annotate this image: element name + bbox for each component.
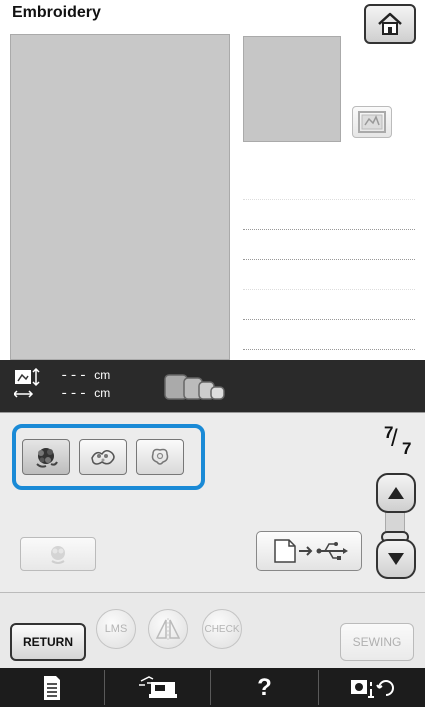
pattern-height: --- cm <box>60 368 110 384</box>
camera-icon <box>351 679 394 698</box>
manual-icon <box>44 675 60 700</box>
help-button[interactable]: ? <box>211 670 318 705</box>
manual-button[interactable] <box>0 670 104 705</box>
floral-pattern-3-icon <box>151 448 169 465</box>
lms-button[interactable]: LMS <box>96 609 136 649</box>
info-line <box>243 290 415 320</box>
scroll-down-button[interactable] <box>376 539 416 579</box>
info-line <box>243 200 415 230</box>
thumbnail-preview <box>243 36 341 142</box>
hoop-size-icon <box>164 374 225 400</box>
home-button[interactable] <box>364 4 416 44</box>
pattern-edit-button[interactable] <box>20 537 96 571</box>
floral-pattern-faded-icon <box>51 546 65 564</box>
preview-area <box>0 30 425 360</box>
save-to-usb-button[interactable] <box>256 531 362 571</box>
page-separator: / <box>391 425 398 452</box>
embroidery-screen: Embroidery --- cm --- cm 7 / 7 RETURN LM… <box>0 0 425 707</box>
home-icon <box>378 12 402 35</box>
image-display-button[interactable] <box>352 106 392 138</box>
return-button[interactable]: RETURN <box>10 623 86 661</box>
help-icon: ? <box>257 673 272 701</box>
floral-pattern-2-icon <box>91 450 115 465</box>
pattern-info-lines <box>243 170 415 350</box>
floral-pattern-1-icon <box>36 448 58 468</box>
pattern-button-1[interactable] <box>22 439 70 475</box>
pattern-selection-area: 7 / 7 <box>0 412 425 592</box>
arrow-up-icon <box>388 487 404 499</box>
sewing-machine-icon <box>138 675 177 698</box>
mirror-icon <box>155 618 181 640</box>
size-info-bar: --- cm --- cm <box>0 360 425 412</box>
pattern-button-3[interactable] <box>136 439 184 475</box>
info-line <box>243 230 415 260</box>
width-unit: cm <box>94 386 111 400</box>
arrow-down-icon <box>388 553 404 565</box>
mirror-button[interactable] <box>148 609 188 649</box>
height-value: --- <box>60 368 89 384</box>
check-button[interactable]: CHECK <box>202 609 242 649</box>
pattern-selection-group <box>12 424 205 490</box>
pattern-width: --- cm <box>60 386 110 402</box>
scroll-up-button[interactable] <box>376 473 416 513</box>
settings-button[interactable] <box>105 670 210 705</box>
width-value: --- <box>60 386 89 402</box>
title-bar: Embroidery <box>0 0 425 30</box>
info-line <box>243 320 415 350</box>
total-pages: 7 <box>402 439 412 458</box>
pattern-size-icon <box>14 368 40 398</box>
height-unit: cm <box>94 368 111 382</box>
camera-button[interactable] <box>319 670 425 705</box>
info-line <box>243 170 415 200</box>
status-bar: ? <box>0 668 425 707</box>
info-line <box>243 260 415 290</box>
page-title: Embroidery <box>12 4 101 21</box>
page-indicator: 7 / 7 <box>380 423 416 465</box>
bottom-button-area: RETURN LMS CHECK SEWING <box>0 592 425 668</box>
sewing-button[interactable]: SEWING <box>340 623 414 661</box>
pattern-button-2[interactable] <box>79 439 127 475</box>
main-pattern-preview <box>10 34 230 360</box>
usb-icon <box>274 539 348 563</box>
image-display-icon <box>358 111 386 133</box>
